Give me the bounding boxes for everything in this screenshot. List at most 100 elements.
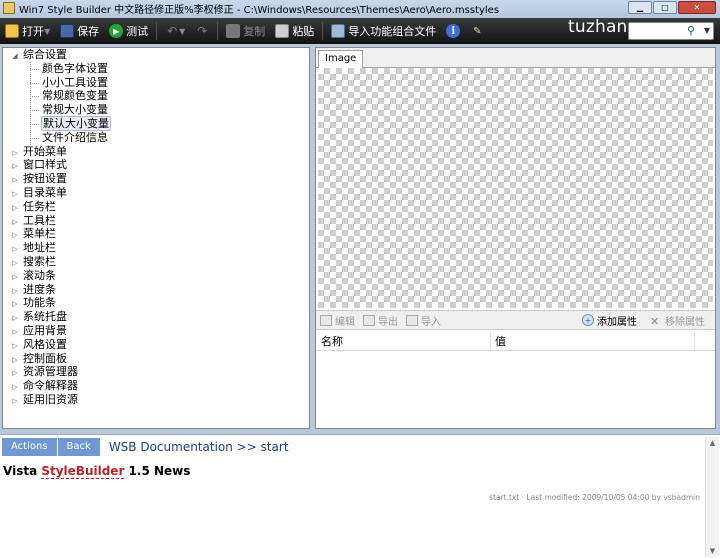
tree-node-root[interactable]: ▷ 菜单栏	[3, 227, 309, 241]
tree-node-root[interactable]: ▷ 按钮设置	[3, 172, 309, 186]
property-grid[interactable]: 名称 值	[316, 332, 715, 428]
column-header-value[interactable]: 值	[491, 332, 695, 350]
add-icon: +	[582, 314, 594, 326]
tree-node-root[interactable]: ▷ 风格设置	[3, 338, 309, 352]
minimize-button[interactable]: ▁	[628, 1, 652, 14]
last-modified-text: start.txt · Last modified: 2009/10/05 04…	[489, 493, 700, 502]
breadcrumb[interactable]: WSB Documentation >> start	[109, 440, 289, 454]
column-header-name[interactable]: 名称	[316, 332, 491, 350]
tree-node-root[interactable]: ▷ 搜索栏	[3, 255, 309, 269]
window-controls: ▁ □ ✕	[628, 1, 716, 14]
main-toolbar: 打开 ▼ 保存 ▶ 测试 ↶ ▼ ↷ 复制 粘贴 导入功能组合文件 i ✎ tu…	[0, 17, 720, 44]
image-preview-canvas[interactable]	[318, 68, 713, 308]
export-label: 导出	[378, 316, 398, 328]
close-icon: ✕	[650, 314, 660, 328]
tree-node-label: 常规大小变量	[42, 103, 108, 117]
search-icon[interactable]: ⚲	[687, 24, 695, 37]
tree-node-root-expanded[interactable]: ◢ 综合设置	[3, 48, 309, 62]
tree-node-label: 窗口样式	[23, 158, 67, 172]
tree-node-root[interactable]: ▷ 滚动条	[3, 269, 309, 283]
tree-node-root[interactable]: ▷ 延用旧资源	[3, 393, 309, 407]
import-combo-button[interactable]: 导入功能组合文件	[326, 20, 441, 42]
tree-node-root[interactable]: ▷ 资源管理器	[3, 365, 309, 379]
close-button[interactable]: ✕	[678, 1, 716, 14]
paste-button[interactable]: 粘贴	[270, 20, 319, 42]
title-bar: Win7 Style Builder 中文路径修正版%李权修正 - C:\Win…	[0, 0, 720, 16]
tree-node-label: 应用背景	[23, 323, 67, 337]
tree-node-root[interactable]: ▷ 命令解释器	[3, 379, 309, 393]
remove-property-button[interactable]: ✕ 移除属性	[646, 313, 709, 328]
tree-node-root[interactable]: ▷ 任务栏	[3, 200, 309, 214]
property-toolbar: 编辑 导出 导入 + 添加属性 ✕ 移除属性	[316, 310, 715, 330]
tree-node-child[interactable]: 默认大小变量	[3, 115, 309, 131]
tree-node-root[interactable]: ▷ 工具栏	[3, 214, 309, 228]
tree-node-label: 综合设置	[23, 48, 67, 61]
tree-node-child[interactable]: 颜色字体设置	[3, 62, 309, 76]
news-prefix: Vista	[3, 464, 42, 478]
documentation-panel: Actions Back WSB Documentation >> start …	[0, 434, 720, 558]
tree-node-label: 风格设置	[23, 337, 67, 351]
tree-node-label: 文件介绍信息	[42, 130, 108, 144]
tree-node-child[interactable]: 常规大小变量	[3, 103, 309, 117]
doc-scrollbar[interactable]: ▲ ▼	[705, 437, 719, 557]
tree-node-label: 进度条	[23, 282, 56, 296]
tree-node-label: 菜单栏	[23, 227, 56, 241]
tree-node-root[interactable]: ▷ 地址栏	[3, 241, 309, 255]
tab-image[interactable]: Image	[318, 50, 364, 68]
save-button[interactable]: 保存	[55, 20, 104, 42]
toolbar-separator	[322, 22, 324, 40]
paste-label: 粘贴	[292, 25, 315, 38]
copy-button[interactable]: 复制	[221, 20, 270, 42]
redo-button[interactable]: ↷	[190, 20, 214, 42]
tree-node-label: 搜索栏	[23, 254, 56, 268]
maximize-button[interactable]: □	[653, 1, 677, 14]
tree-node-root[interactable]: ▷ 开始菜单	[3, 145, 309, 159]
tree-node-root[interactable]: ▷ 应用背景	[3, 324, 309, 338]
window-title: Win7 Style Builder 中文路径修正版%李权修正 - C:\Win…	[19, 4, 500, 16]
import-combo-label: 导入功能组合文件	[348, 25, 437, 38]
add-property-label: 添加属性	[597, 316, 637, 328]
add-property-button[interactable]: + 添加属性	[578, 313, 641, 328]
stylebuilder-link[interactable]: StyleBuilder	[41, 464, 125, 479]
save-label: 保存	[77, 25, 100, 38]
undo-button[interactable]: ↶ ▼	[160, 20, 190, 42]
import-icon	[406, 314, 418, 326]
tree-node-root[interactable]: ▷ 功能条	[3, 296, 309, 310]
tree-node-label: 控制面板	[23, 351, 67, 365]
remove-property-label: 移除属性	[665, 316, 705, 328]
brush-button[interactable]: ✎	[465, 20, 489, 42]
chevron-down-icon[interactable]: ▼	[704, 26, 710, 35]
tree-node-child[interactable]: 小小工具设置	[3, 76, 309, 90]
open-label: 打开	[22, 25, 44, 38]
chevron-down-icon[interactable]: ▼	[179, 27, 185, 36]
actions-button[interactable]: Actions	[2, 438, 58, 456]
scroll-up-icon[interactable]: ▲	[706, 437, 719, 449]
edit-label: 编辑	[335, 316, 355, 328]
tree-node-root[interactable]: ▷ 系统托盘	[3, 310, 309, 324]
test-button[interactable]: ▶ 测试	[104, 20, 153, 42]
preview-panel: Image 编辑 导出 导入 + 添加属性 ✕ 移除属性 名称 值	[315, 47, 716, 429]
scroll-down-icon[interactable]: ▼	[706, 545, 719, 557]
open-button[interactable]: 打开 ▼	[0, 20, 55, 42]
settings-tree[interactable]: ◢ 综合设置 颜色字体设置 小小工具设置 常规颜色变量 常规大小变量 默认大小变量 文件介绍…	[2, 47, 310, 429]
info-button[interactable]: i	[441, 20, 465, 42]
back-button[interactable]: Back	[57, 438, 101, 456]
tree-node-label: 工具栏	[23, 213, 56, 227]
tree-node-root[interactable]: ▷ 窗口样式	[3, 158, 309, 172]
tree-node-child[interactable]: 常规颜色变量	[3, 89, 309, 103]
tree-node-child[interactable]: 文件介绍信息	[3, 131, 309, 145]
tree-node-label: 按钮设置	[23, 172, 67, 186]
chevron-down-icon[interactable]: ▼	[44, 27, 50, 36]
tree-node-root[interactable]: ▷ 控制面板	[3, 352, 309, 366]
edit-button[interactable]: 编辑	[316, 313, 359, 328]
import-button[interactable]: 导入	[402, 313, 445, 328]
export-button[interactable]: 导出	[359, 313, 402, 328]
tree-node-root[interactable]: ▷ 进度条	[3, 283, 309, 297]
copy-icon	[226, 24, 241, 38]
expand-icon[interactable]: ▷	[10, 395, 20, 409]
tree-node-root[interactable]: ▷ 目录菜单	[3, 186, 309, 200]
doc-navbar: Actions Back WSB Documentation >> start	[2, 438, 289, 456]
search-input[interactable]: ⚲ ▼	[628, 22, 714, 40]
tree-node-label: 目录菜单	[23, 185, 67, 199]
tree-node-label: 任务栏	[23, 199, 56, 213]
